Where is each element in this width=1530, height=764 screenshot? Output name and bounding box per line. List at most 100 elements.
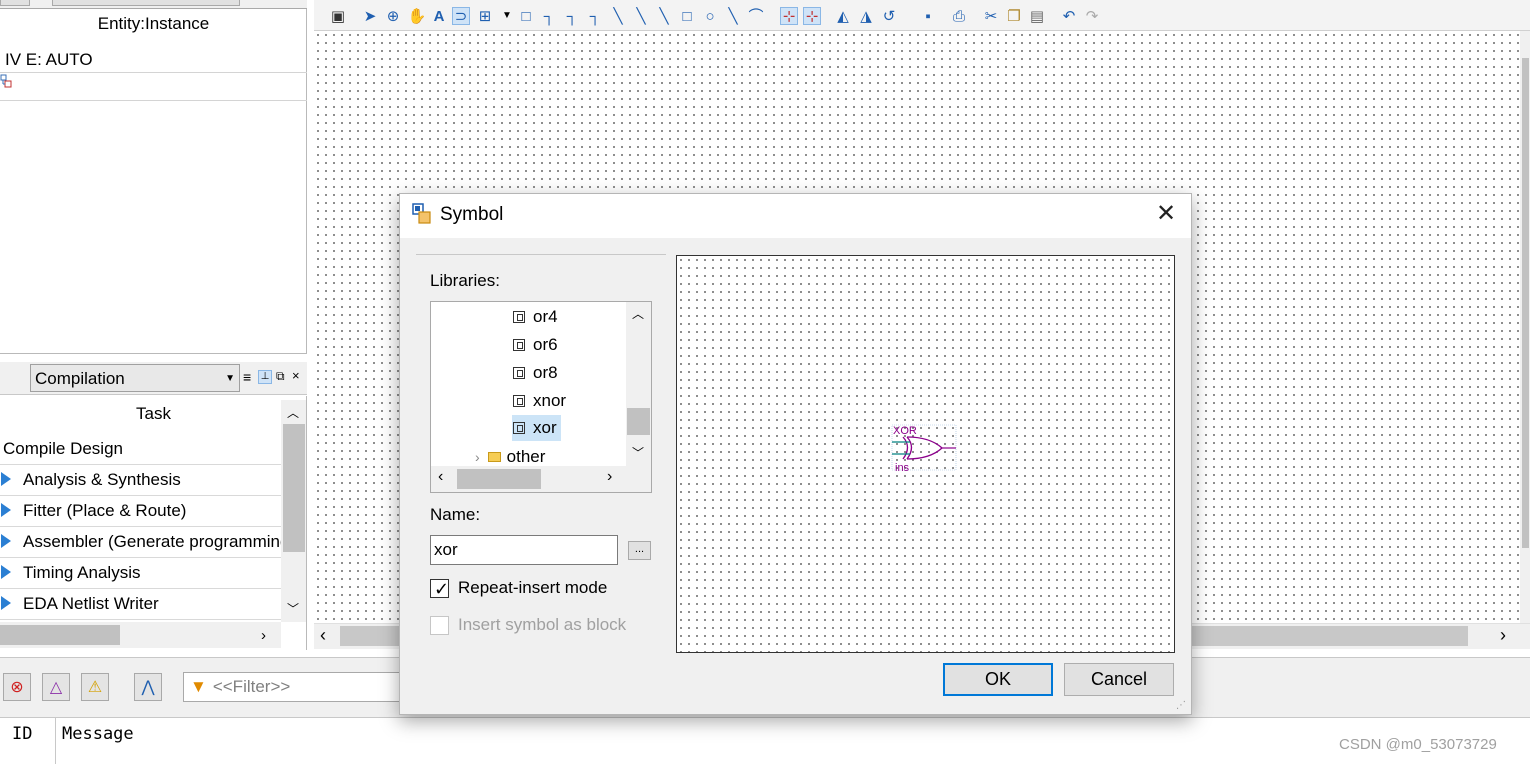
message-filter-input[interactable]: ▼ <<Filter>> [183, 672, 403, 702]
primitive-symbol-icon [513, 367, 525, 379]
cut-icon[interactable]: ✂ [982, 7, 1000, 25]
orthogonal-node-icon[interactable]: ┐ [540, 7, 558, 25]
library-item-label: or8 [533, 363, 558, 382]
line-tool-icon[interactable]: ╲ [724, 7, 742, 25]
critical-warning-filter-icon[interactable]: △ [42, 673, 70, 701]
float-window-icon[interactable]: ⧉ [276, 369, 285, 384]
ellipse-tool-icon[interactable]: ○ [701, 7, 719, 25]
pin-icon[interactable]: ⊥ [258, 370, 272, 384]
print-icon[interactable]: ⎙ [950, 7, 968, 25]
library-item-xor[interactable]: xor [512, 415, 561, 441]
folder-icon [487, 452, 501, 462]
insert-as-block-label[interactable]: Insert symbol as block [458, 615, 626, 635]
navigator-tab[interactable] [52, 0, 240, 6]
scroll-right-icon[interactable]: › [261, 627, 266, 644]
expand-arrow-icon[interactable] [1, 534, 11, 548]
rotate-icon[interactable]: ↺ [880, 7, 898, 25]
library-item-or8[interactable]: or8 [513, 360, 558, 386]
text-tool-icon[interactable]: A [430, 7, 448, 25]
flow-select[interactable]: Compilation ▼ [30, 364, 240, 392]
symbol-name-input[interactable] [430, 535, 618, 565]
cancel-button[interactable]: Cancel [1064, 663, 1174, 696]
task-assembler[interactable]: Assembler (Generate programming files) [0, 527, 281, 558]
navigator-tab-strip [0, 0, 307, 9]
copy-icon[interactable]: ❐ [1005, 7, 1023, 25]
scroll-left-icon[interactable]: ‹ [438, 468, 443, 486]
column-id[interactable]: ID [12, 724, 32, 744]
orthogonal-conduit-icon[interactable]: ┐ [586, 7, 604, 25]
scroll-down-icon[interactable]: ﹀ [287, 600, 299, 617]
diagonal-node-icon[interactable]: ╲ [609, 7, 627, 25]
expand-arrow-icon[interactable] [1, 472, 11, 486]
dropdown-arrow-icon[interactable]: ▼ [498, 7, 516, 25]
block-tool-icon[interactable]: □ [517, 7, 535, 25]
hierarchy-row[interactable] [0, 73, 307, 101]
zoom-icon[interactable]: ⊕ [384, 7, 402, 25]
task-analysis-synthesis[interactable]: Analysis & Synthesis [0, 465, 281, 496]
scroll-left-icon[interactable]: ‹ [320, 625, 326, 646]
save-icon[interactable]: ▪ [919, 7, 937, 25]
partial-line-select-icon[interactable]: ⊹ [780, 7, 798, 25]
flip-vertical-icon[interactable]: ◮ [857, 7, 875, 25]
task-label: Analysis & Synthesis [23, 470, 181, 489]
list-icon[interactable]: ≡ [243, 369, 251, 385]
rubberbanding-icon[interactable]: ⊹ [803, 7, 821, 25]
diagonal-conduit-icon[interactable]: ╲ [655, 7, 673, 25]
close-icon[interactable]: ✕ [1154, 202, 1178, 227]
scrollbar-thumb[interactable] [1522, 58, 1529, 548]
scroll-down-icon[interactable]: ﹀ [632, 444, 644, 461]
column-divider[interactable] [55, 718, 56, 764]
window-icon[interactable]: ▣ [329, 7, 347, 25]
checkmark-icon: ✓ [434, 579, 450, 599]
undo-icon[interactable]: ↶ [1060, 7, 1078, 25]
rectangle-tool-icon[interactable]: □ [678, 7, 696, 25]
task-eda-netlist-writer[interactable]: EDA Netlist Writer [0, 589, 281, 620]
task-compile-design[interactable]: Compile Design [0, 434, 281, 465]
orthogonal-bus-icon[interactable]: ┐ [563, 7, 581, 25]
chevron-right-icon[interactable]: › [475, 449, 480, 465]
navigator-tab[interactable] [0, 0, 30, 6]
dialog-divider [416, 254, 666, 255]
error-filter-icon[interactable]: ⊗ [3, 673, 31, 701]
repeat-insert-label[interactable]: Repeat-insert mode [458, 578, 607, 598]
scrollbar-thumb[interactable] [283, 424, 305, 552]
diagonal-bus-icon[interactable]: ╲ [632, 7, 650, 25]
flip-horizontal-icon[interactable]: ◭ [834, 7, 852, 25]
scroll-up-icon[interactable]: ︿ [632, 305, 644, 322]
paste-icon[interactable]: ▤ [1028, 7, 1046, 25]
scrollbar-thumb[interactable] [0, 625, 120, 645]
task-fitter[interactable]: Fitter (Place & Route) [0, 496, 281, 527]
libraries-vertical-scrollbar[interactable] [626, 302, 651, 466]
insert-as-block-checkbox[interactable] [430, 616, 449, 635]
selection-tool-icon[interactable]: ➤ [361, 7, 379, 25]
resize-grip-icon[interactable]: ⋰ [1176, 700, 1186, 711]
library-item-xnor[interactable]: xnor [513, 388, 566, 414]
expand-arrow-icon[interactable] [1, 565, 11, 579]
redo-icon[interactable]: ↷ [1083, 7, 1101, 25]
browse-button[interactable]: ... [628, 541, 651, 560]
arc-tool-icon[interactable]: ⌒ [747, 7, 765, 25]
hand-tool-icon[interactable]: ✋ [408, 7, 427, 25]
library-item-or4[interactable]: or4 [513, 304, 558, 330]
expand-arrow-icon[interactable] [1, 503, 11, 517]
hierarchy-column-header: Entity:Instance [97, 14, 210, 33]
ok-button[interactable]: OK [943, 663, 1053, 696]
task-timing-analysis[interactable]: Timing Analysis [0, 558, 281, 589]
dialog-titlebar[interactable] [400, 194, 1191, 238]
scroll-right-icon[interactable]: › [607, 468, 612, 486]
scrollbar-thumb[interactable] [627, 408, 650, 435]
suppressed-filter-icon[interactable]: ⋀ [134, 673, 162, 701]
library-item-or6[interactable]: or6 [513, 332, 558, 358]
scroll-up-icon[interactable]: ︿ [287, 404, 299, 421]
hierarchy-root-item[interactable]: IV E: AUTO [0, 46, 307, 73]
expand-arrow-icon[interactable] [1, 596, 11, 610]
scroll-right-icon[interactable]: › [1500, 625, 1506, 646]
column-message[interactable]: Message [62, 724, 134, 744]
task-label: Timing Analysis [23, 563, 141, 582]
messages-table-header: ID Message [0, 717, 1530, 764]
pin-tool-icon[interactable]: ⊞ [476, 7, 494, 25]
scrollbar-thumb[interactable] [457, 469, 541, 489]
close-icon[interactable]: × [292, 368, 300, 383]
symbol-tool-icon[interactable]: ⊃ [452, 7, 470, 25]
warning-filter-icon[interactable]: ⚠ [81, 673, 109, 701]
